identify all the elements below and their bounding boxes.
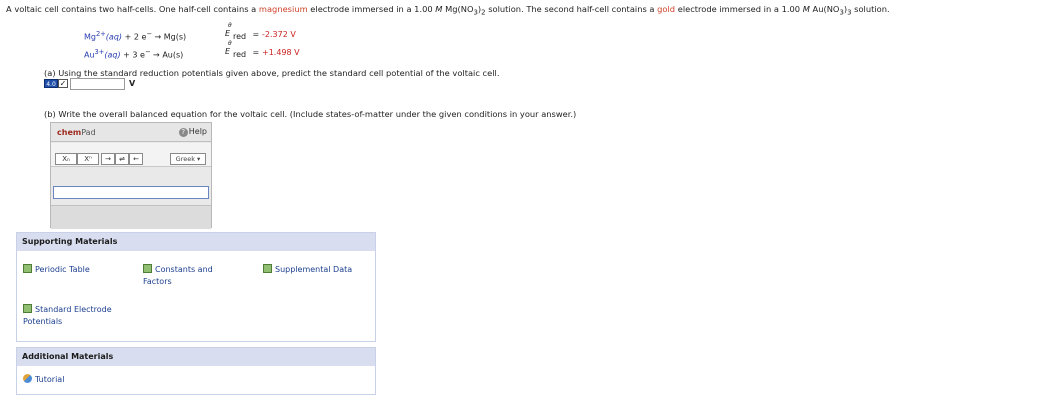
half-reaction-au: Au3+(aq) + 3 e− → Au(s) xyxy=(84,48,184,60)
brand: chem xyxy=(57,128,82,137)
panel-title: Supporting Materials xyxy=(17,233,375,251)
link-label: Supplemental Data xyxy=(275,265,353,274)
supplemental-data-link[interactable]: Supplemental Data xyxy=(263,264,352,276)
equals: = xyxy=(250,30,262,39)
ion: Mg xyxy=(84,32,96,42)
solution-1: Mg(NO xyxy=(442,4,474,14)
e-symbol: E xyxy=(225,29,231,38)
document-icon xyxy=(23,304,32,313)
document-icon xyxy=(143,264,152,273)
state: (aq) xyxy=(104,50,121,60)
panel-title: Additional Materials xyxy=(17,348,375,366)
state: (aq) xyxy=(105,32,123,42)
equation-input[interactable] xyxy=(53,186,209,199)
link-label: Standard Electrode Potentials xyxy=(23,305,112,326)
constants-factors-link[interactable]: Constants and Factors xyxy=(143,264,233,288)
arrow-right-button[interactable]: → xyxy=(101,153,115,165)
ion: Au xyxy=(84,50,95,60)
degree-symbol: θ xyxy=(228,22,232,29)
link-label: Tutorial xyxy=(35,375,65,384)
link-label: Constants and Factors xyxy=(143,265,213,286)
chempad-editor: chemPad ? Help Xₙ Xⁿ → ⇌ ← Greek ▾ xyxy=(50,122,212,229)
half-reaction-mg: Mg2+(aq) + 2 e− → Mg(s) xyxy=(84,30,187,42)
metal-1: magnesium xyxy=(258,4,308,14)
potential-value: +1.498 V xyxy=(262,48,300,57)
unit-label: V xyxy=(129,79,136,88)
superscript-button[interactable]: Xⁿ xyxy=(77,153,99,165)
chempad-logo: chemPad xyxy=(57,128,96,137)
product: Mg(s) xyxy=(163,32,187,42)
equals: = xyxy=(250,48,262,57)
solution-2: Au(NO xyxy=(809,4,840,14)
help-icon: ? xyxy=(178,128,188,137)
additional-materials-panel: Additional Materials Tutorial xyxy=(16,347,376,395)
chempad-header: chemPad ? Help xyxy=(51,123,211,142)
e-subscript: red xyxy=(233,32,247,41)
periodic-table-link[interactable]: Periodic Table xyxy=(23,264,90,276)
intro-text: A voltaic cell contains two half-cells. … xyxy=(6,4,259,14)
score-badge: 4.0 xyxy=(44,79,58,88)
document-icon xyxy=(23,264,32,273)
charge: 2+ xyxy=(95,30,106,38)
standard-electrode-potentials-link[interactable]: Standard Electrode Potentials xyxy=(23,304,133,328)
intro-text: solution. The second half-cell contains … xyxy=(485,4,658,14)
equilibrium-button[interactable]: ⇌ xyxy=(115,153,129,165)
problem-intro: A voltaic cell contains two half-cells. … xyxy=(6,4,890,17)
help-button[interactable]: ? Help xyxy=(178,127,207,137)
tutorial-link[interactable]: Tutorial xyxy=(23,374,64,386)
intro-text: electrode immersed in a 1.00 xyxy=(307,4,436,14)
document-icon xyxy=(263,264,272,273)
subscript-button[interactable]: Xₙ xyxy=(55,153,77,165)
electrons: + 3 e xyxy=(120,50,145,60)
supporting-materials-panel: Supporting Materials Periodic Table Cons… xyxy=(16,232,376,342)
e-symbol: E xyxy=(225,47,231,56)
part-a-question: (a) Using the standard reduction potenti… xyxy=(44,68,500,78)
e-subscript: red xyxy=(233,50,247,59)
chempad-preview xyxy=(51,205,211,229)
arrow-left-button[interactable]: ← xyxy=(129,153,143,165)
intro-text: solution. xyxy=(851,4,890,14)
greek-dropdown[interactable]: Greek ▾ xyxy=(170,153,206,165)
product: Au(s) xyxy=(162,50,184,60)
electrons: + 2 e xyxy=(122,32,147,42)
help-label: Help xyxy=(188,127,207,136)
degree-symbol: θ xyxy=(228,40,232,47)
brand-suffix: Pad xyxy=(81,128,96,137)
tutorial-icon xyxy=(23,374,32,383)
arrow: → xyxy=(151,32,164,42)
link-label: Periodic Table xyxy=(35,265,90,274)
molar-unit: M xyxy=(802,4,810,14)
part-b-question: (b) Write the overall balanced equation … xyxy=(44,109,577,119)
intro-text: electrode immersed in a 1.00 xyxy=(675,4,803,14)
arrow: → xyxy=(150,50,163,60)
charge: 3+ xyxy=(94,48,105,56)
cell-potential-input[interactable] xyxy=(70,78,125,90)
metal-2: gold xyxy=(657,4,676,14)
potential-value: -2.372 V xyxy=(262,30,296,39)
chempad-toolbar: Xₙ Xⁿ → ⇌ ← Greek ▾ xyxy=(51,143,211,167)
check-icon: ✓ xyxy=(58,79,68,88)
